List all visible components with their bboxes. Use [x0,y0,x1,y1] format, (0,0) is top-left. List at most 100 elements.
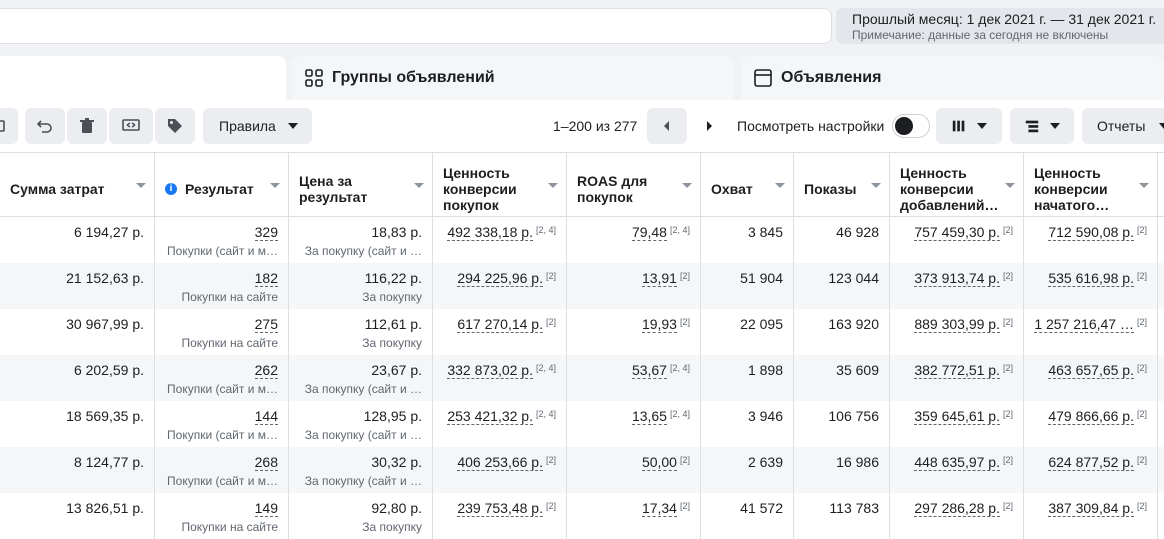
chevron-right-icon [707,121,712,131]
cell-value[interactable]: 712 590,08 р. [2] [1032,223,1147,241]
reports-dropdown[interactable]: Отчеты [1082,108,1164,144]
cell-subtext: За покупку [362,520,422,534]
cell-value[interactable]: 463 657,65 р. [2] [1032,361,1147,379]
cell-value-text: 106 756 [828,408,879,424]
cell-value-text: 182 [254,270,278,287]
column-header-checkout-value[interactable]: Ценность конверсии начатого… [1024,153,1158,217]
table-row[interactable]: 30 967,99 р. 275 Покупки на сайте 112,61 р.… [0,309,1164,355]
cell-value[interactable]: 13,65 [2, 4] [575,407,690,425]
cell-value[interactable]: 275 [163,315,278,333]
table-cell-spend: 6 194,27 р. [0,217,155,263]
table-row[interactable]: 18 569,35 р. 144 Покупки (сайт и м… 128,95 … [0,401,1164,447]
column-header-cost-per-result[interactable]: Цена за результат [289,153,433,217]
cell-value[interactable]: 50,00 [2] [575,453,690,471]
cell-value[interactable]: 53,67 [2, 4] [575,361,690,379]
cell-value[interactable]: 182 [163,269,278,287]
cell-value[interactable]: 144 [163,407,278,425]
cell-value[interactable]: 492 338,18 р. [2, 4] [441,223,556,241]
cell-value[interactable]: 239 753,48 р. [2] [441,499,556,517]
cell-value: 21 152,63 р. [8,269,144,287]
cell-subtext: За покупку (сайт и … [304,428,422,442]
sort-icon [1139,183,1149,188]
cell-value[interactable]: 373 913,74 р. [2] [898,269,1013,287]
cell-value[interactable]: 535 616,98 р. [2] [1032,269,1147,287]
next-page-button[interactable] [689,108,729,144]
cell-value[interactable]: 268 [163,453,278,471]
table-row[interactable]: 6 202,59 р. 262 Покупки (сайт и м… 23,67 р.… [0,355,1164,401]
footnote-ref: [2, 4] [535,409,556,419]
cell-value[interactable]: 13,91 [2] [575,269,690,287]
footnote-ref: [2] [1002,317,1013,327]
table-cell-impr: 16 986 [794,447,890,493]
column-header-spend[interactable]: Сумма затрат [0,153,155,217]
chevron-left-icon [664,121,669,131]
cell-value[interactable]: 262 [163,361,278,379]
cell-value[interactable]: 624 877,52 р. [2] [1032,453,1147,471]
table-cell-spend: 8 124,77 р. [0,447,155,493]
cell-value[interactable]: 382 772,51 р. [2] [898,361,1013,379]
cell-value[interactable]: 253 421,32 р. [2, 4] [441,407,556,425]
table-row[interactable]: 21 152,63 р. 182 Покупки на сайте 116,22 р.… [0,263,1164,309]
cell-value[interactable]: 17,34 [2] [575,499,690,517]
tab-ad-groups[interactable]: Группы объявлений [292,56,733,100]
view-settings-toggle[interactable] [892,114,930,138]
cell-value[interactable]: 332 873,02 р. [2, 4] [441,361,556,379]
cell-value[interactable]: 479 866,66 р. [2] [1032,407,1147,425]
columns-dropdown[interactable] [936,108,1002,144]
cell-value[interactable]: 149 [163,499,278,517]
cell-subtext: Покупки (сайт и м… [167,474,278,488]
cell-value-text: 2 639 [747,454,783,470]
table-row[interactable]: 6 194,27 р. 329 Покупки (сайт и м… 18,83 р.… [0,217,1164,263]
cell-value-text: 46 928 [836,224,879,240]
table-cell-impr: 113 783 [794,493,890,539]
cell-value[interactable]: 79,48 [2, 4] [575,223,690,241]
cell-value[interactable]: 19,93 [2] [575,315,690,333]
info-icon[interactable]: i [165,183,177,195]
cell-value[interactable]: 757 459,30 р. [2] [898,223,1013,241]
table-cell-value: 253 421,32 р. [2, 4] [433,401,567,447]
table-cell-add: 448 635,97 р. [2] [890,447,1024,493]
duplicate-button[interactable] [0,108,18,144]
cell-value[interactable]: 297 286,28 р. [2] [898,499,1013,517]
column-header-reach[interactable]: Охват [701,153,794,217]
tag-button[interactable] [155,108,195,144]
breakdown-dropdown[interactable] [1010,108,1074,144]
cell-value: 116,22 р. [297,269,422,287]
column-header-add-to-cart-value[interactable]: Ценность конверсии добавлений… [890,153,1024,217]
tab-campaigns[interactable] [0,56,286,104]
date-range-picker[interactable]: Прошлый месяц: 1 дек 2021 г. — 31 дек 20… [836,8,1164,44]
footnote-ref: [2, 4] [535,363,556,373]
column-header-purchase-value[interactable]: Ценность конверсии покупок [433,153,567,217]
delete-button[interactable] [67,108,107,144]
cell-value-text: 492 338,18 р. [447,224,533,241]
column-header-roas[interactable]: ROAS для покупок [567,153,701,217]
cell-value: 123 044 [802,269,879,287]
footnote-ref: [2] [1136,501,1147,511]
prev-page-button[interactable] [647,108,687,144]
column-header-impressions[interactable]: Показы [794,153,890,217]
undo-button[interactable] [25,108,65,144]
cell-value[interactable]: 617 270,14 р. [2] [441,315,556,333]
ab-test-button[interactable] [109,108,153,144]
table-cell-cpr: 30,32 р. За покупку (сайт и … [289,447,433,493]
cell-value[interactable]: 387 309,84 р. [2] [1032,499,1147,517]
cell-value[interactable]: 1 257 216,47 … [2] [1032,315,1147,333]
table-row[interactable]: 8 124,77 р. 268 Покупки (сайт и м… 30,32 р.… [0,447,1164,493]
cell-value-text: 13,65 [631,408,667,425]
cell-value[interactable]: 448 635,97 р. [2] [898,453,1013,471]
cell-value[interactable]: 294 225,96 р. [2] [441,269,556,287]
cell-value[interactable]: 406 253,66 р. [2] [441,453,556,471]
table-cell-add: 889 303,99 р. [2] [890,309,1024,355]
tab-ads[interactable]: Объявления [741,56,1164,100]
cell-value: 1 898 [709,361,783,379]
cell-value[interactable]: 359 645,61 р. [2] [898,407,1013,425]
cell-value: 30 967,99 р. [8,315,144,333]
rules-dropdown[interactable]: Правила [203,108,312,144]
search-bar[interactable] [0,8,832,44]
table-row[interactable]: 13 826,51 р. 149 Покупки на сайте 92,80 р. З… [0,493,1164,539]
cell-value-text: 17,34 [641,500,677,517]
cell-value[interactable]: 329 [163,223,278,241]
column-header-result[interactable]: i Результат [155,153,289,217]
cell-value: 18,83 р. [297,223,422,241]
cell-value[interactable]: 889 303,99 р. [2] [898,315,1013,333]
